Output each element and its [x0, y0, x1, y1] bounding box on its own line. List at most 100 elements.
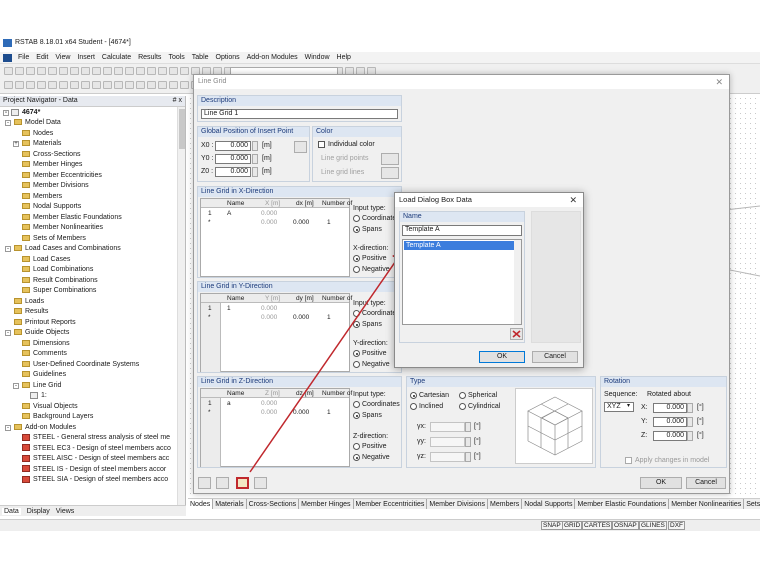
pick-point-icon[interactable]: [294, 141, 307, 153]
tree-item[interactable]: 1:: [30, 391, 47, 401]
menu-item[interactable]: Help: [337, 54, 351, 61]
x0-input[interactable]: 0.000: [215, 141, 251, 151]
table-tab[interactable]: Member Hinges: [299, 499, 354, 509]
z-negative-radio[interactable]: [353, 454, 360, 461]
toolbar-tool-icon[interactable]: [103, 67, 112, 75]
toolbar-tool-icon[interactable]: [158, 81, 167, 89]
tree-expander[interactable]: -: [3, 110, 9, 116]
toolbar-tool-icon[interactable]: [37, 81, 46, 89]
gamma-x-input[interactable]: [430, 422, 465, 432]
toolbar-tool-icon[interactable]: [4, 81, 13, 89]
description-input[interactable]: Line Grid 1: [201, 109, 398, 119]
toolbar-tool-icon[interactable]: [125, 81, 134, 89]
x-spans-radio[interactable]: [353, 226, 360, 233]
tree-item[interactable]: Guidelines: [22, 370, 66, 380]
y0-spinner[interactable]: [252, 154, 258, 164]
table-tab[interactable]: Sets of Members: [744, 499, 760, 509]
y-row2-count[interactable]: 1: [327, 313, 331, 322]
toolbar-tool-icon[interactable]: [26, 67, 35, 75]
toolbar-tool-icon[interactable]: [92, 67, 101, 75]
close-icon[interactable]: ✕: [715, 75, 723, 89]
x-grid-table[interactable]: Name X [m] dx [m] Number of 1 A 0.000 * …: [200, 198, 352, 277]
tree-item[interactable]: Sets of Members: [22, 234, 86, 244]
save-dialog-data-icon[interactable]: [254, 477, 267, 489]
menu-item[interactable]: Add-on Modules: [247, 54, 298, 61]
gamma-x-spinner[interactable]: [465, 422, 471, 432]
tree-item[interactable]: Cross-Sections: [22, 150, 80, 160]
tree-item[interactable]: Result Combinations: [22, 276, 98, 286]
tree-expander-icon[interactable]: -: [13, 382, 19, 389]
rot-x-input[interactable]: 0.000: [653, 403, 687, 413]
tree-item[interactable]: Member Hinges: [22, 160, 82, 170]
load-dialog-close-icon[interactable]: ✕: [569, 193, 577, 207]
x-negative-radio[interactable]: [353, 266, 360, 273]
tree-item[interactable]: Dimensions: [22, 339, 70, 349]
menu-item[interactable]: View: [55, 54, 70, 61]
toolbar-tool-icon[interactable]: [48, 81, 57, 89]
table-tab[interactable]: Nodal Supports: [522, 499, 576, 509]
tree-item[interactable]: User-Defined Coordinate Systems: [22, 360, 139, 370]
table-tab[interactable]: Nodes: [188, 499, 214, 509]
gamma-y-input[interactable]: [430, 437, 465, 447]
tree-item[interactable]: Member Divisions: [22, 181, 89, 191]
x-row2-delta[interactable]: 0.000: [293, 218, 309, 227]
tree-item[interactable]: Member Elastic Foundations: [22, 213, 122, 223]
z-row1-name[interactable]: a: [227, 399, 231, 408]
tree-item[interactable]: Loads: [14, 297, 44, 307]
toolbar-tool-icon[interactable]: [37, 67, 46, 75]
grid-lines-color-button[interactable]: [381, 167, 399, 179]
status-toggle-button[interactable]: CARTES: [582, 521, 613, 530]
tree-item[interactable]: Members: [22, 192, 62, 202]
tree-item[interactable]: Nodal Supports: [22, 202, 81, 212]
toolbar-tool-icon[interactable]: [147, 81, 156, 89]
y-positive-radio[interactable]: [353, 350, 360, 357]
status-toggle-button[interactable]: GLINES: [639, 521, 667, 530]
status-toggle-button[interactable]: DXF: [668, 521, 685, 530]
toolbar-tool-icon[interactable]: [114, 81, 123, 89]
cylindrical-radio[interactable]: [459, 403, 466, 410]
menu-item[interactable]: File: [18, 54, 29, 61]
z0-spinner[interactable]: [252, 167, 258, 177]
spherical-radio[interactable]: [459, 392, 466, 399]
toolbar-tool-icon[interactable]: [15, 81, 24, 89]
status-toggle-button[interactable]: GRID: [562, 521, 583, 530]
load-dialog-data-icon[interactable]: [236, 477, 249, 489]
toolbar-tool-icon[interactable]: [114, 67, 123, 75]
x-coordinates-radio[interactable]: [353, 215, 360, 222]
toolbar-tool-icon[interactable]: [4, 67, 13, 75]
tree-expander-icon[interactable]: -: [5, 120, 11, 126]
x-positive-radio[interactable]: [353, 255, 360, 262]
gamma-z-input[interactable]: [430, 452, 465, 462]
y-spans-radio[interactable]: [353, 321, 360, 328]
navigator-pin-close[interactable]: # x: [173, 97, 182, 105]
individual-color-checkbox[interactable]: [318, 141, 325, 148]
toolbar-tool-icon[interactable]: [70, 67, 79, 75]
rot-y-spinner[interactable]: [687, 417, 693, 427]
table-tab[interactable]: Member Eccentricities: [354, 499, 428, 509]
help-icon[interactable]: [198, 477, 211, 489]
tree-root[interactable]: - 4674*: [3, 108, 40, 118]
navigator-tab[interactable]: Display: [27, 508, 50, 515]
x0-spinner[interactable]: [252, 141, 258, 151]
load-ok-button[interactable]: OK: [479, 351, 525, 363]
toolbar-tool-icon[interactable]: [169, 81, 178, 89]
z-spans-radio[interactable]: [353, 412, 360, 419]
table-tab[interactable]: Member Nonlinearities: [669, 499, 745, 509]
inclined-radio[interactable]: [410, 403, 417, 410]
tree-item[interactable]: Comments: [22, 349, 67, 359]
y-row2-delta[interactable]: 0.000: [293, 313, 309, 322]
table-tab[interactable]: Materials: [213, 499, 247, 509]
status-toggle-button[interactable]: SNAP: [541, 521, 563, 530]
menu-item[interactable]: Tools: [168, 54, 184, 61]
tree-item[interactable]: STEEL AISC - Design of steel members acc: [22, 454, 169, 464]
load-template-list[interactable]: Template A: [402, 239, 522, 325]
apply-changes-checkbox[interactable]: [625, 457, 632, 464]
cartesian-radio[interactable]: [410, 392, 417, 399]
z0-input[interactable]: 0.000: [215, 167, 251, 177]
table-tab[interactable]: Member Elastic Foundations: [575, 499, 670, 509]
table-tab[interactable]: Member Divisions: [427, 499, 489, 509]
tree-item[interactable]: Super Combinations: [22, 286, 96, 296]
tree-item[interactable]: + Materials: [13, 139, 61, 149]
tree-item[interactable]: Member Eccentricities: [22, 171, 102, 181]
sequence-dropdown-icon[interactable]: ▾: [627, 402, 630, 409]
